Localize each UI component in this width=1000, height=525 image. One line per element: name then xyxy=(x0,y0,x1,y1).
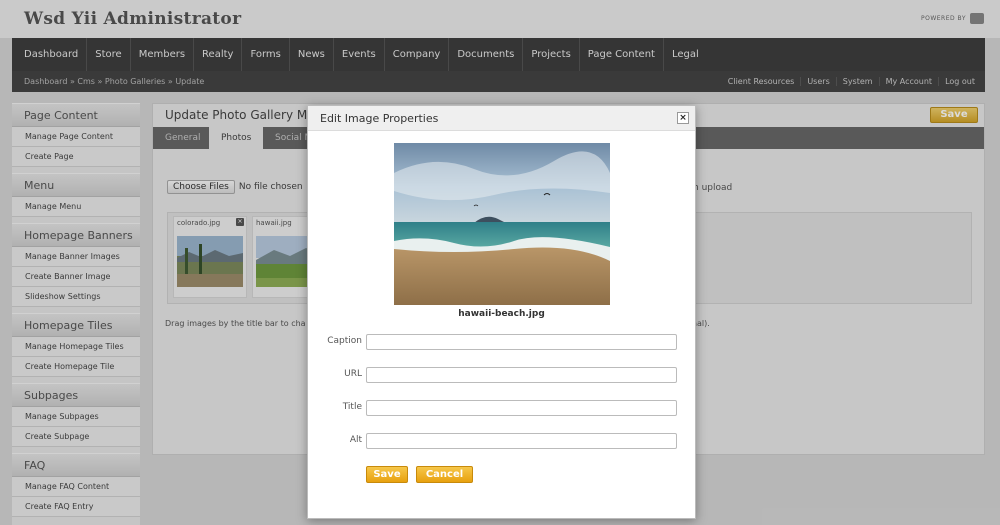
dialog-cancel-button[interactable]: Cancel xyxy=(416,466,473,483)
alt-input[interactable] xyxy=(366,433,677,449)
edit-image-dialog: Edit Image Properties × hawaii-beach.jpg… xyxy=(307,105,696,519)
dialog-title: Edit Image Properties xyxy=(320,112,439,125)
dialog-save-button[interactable]: Save xyxy=(366,466,408,483)
title-input[interactable] xyxy=(366,400,677,416)
url-label: URL xyxy=(344,369,362,379)
image-preview xyxy=(394,143,610,305)
caption-label: Caption xyxy=(327,336,362,346)
url-input[interactable] xyxy=(366,367,677,383)
caption-input[interactable] xyxy=(366,334,677,350)
title-label: Title xyxy=(342,402,362,412)
image-filename: hawaii-beach.jpg xyxy=(458,309,545,319)
close-icon[interactable]: × xyxy=(677,112,689,124)
dialog-header: Edit Image Properties × xyxy=(308,106,695,131)
alt-label: Alt xyxy=(349,435,362,445)
